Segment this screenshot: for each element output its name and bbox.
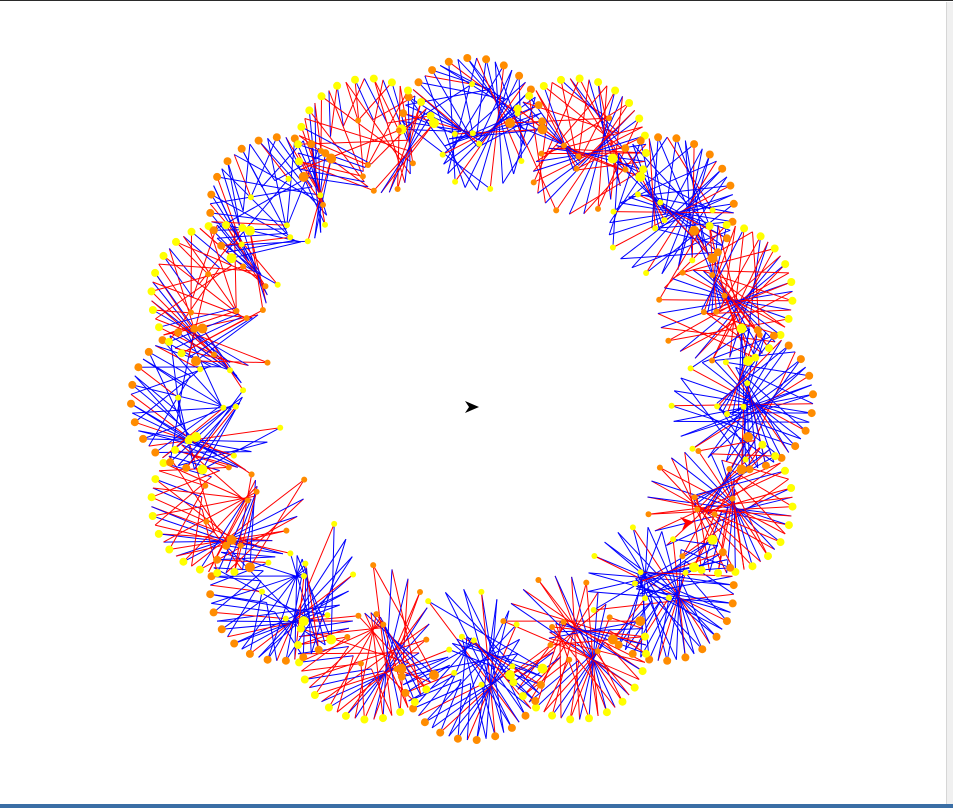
turtle-arrow-icon <box>680 517 694 530</box>
drawing-canvas[interactable] <box>0 2 946 805</box>
spiral-artwork <box>127 54 817 744</box>
turtle-arrow-icon <box>465 401 479 413</box>
vertical-scrollbar[interactable] <box>946 2 953 805</box>
turtle-graphics-window <box>0 0 953 808</box>
string-art-lines <box>130 57 814 741</box>
window-bottom-edge <box>0 804 953 808</box>
